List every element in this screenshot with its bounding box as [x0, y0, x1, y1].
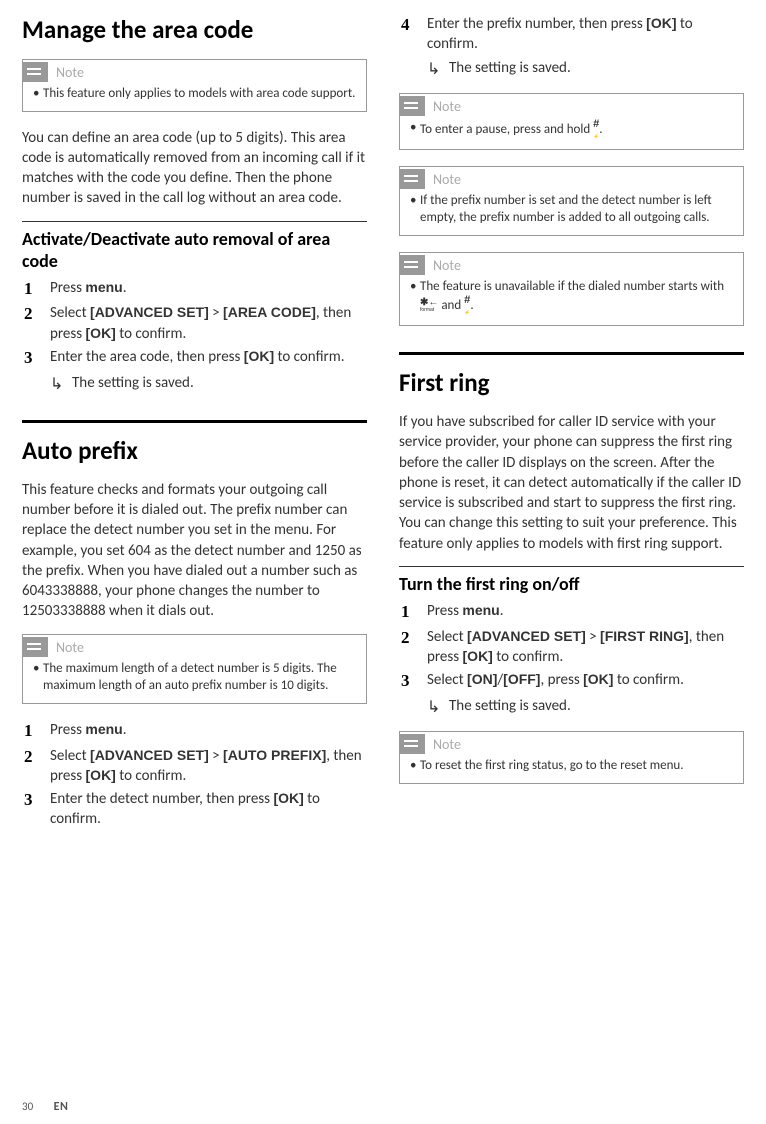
note-text: The feature is unavailable if the dialed…: [420, 278, 733, 318]
note-box-empty-detect: Note •If the prefix number is set and th…: [399, 166, 744, 236]
intro-area-code: You can define an area code (up to 5 dig…: [22, 128, 367, 209]
step-number: 1: [22, 720, 50, 743]
note-box-prefix-length: Note •The maximum length of a detect num…: [22, 634, 367, 704]
step-number: 1: [22, 278, 50, 301]
step-body: Press menu.: [427, 601, 504, 624]
step-number: 2: [22, 303, 50, 344]
step-body: Press menu.: [50, 720, 127, 743]
note-label: Note: [433, 98, 461, 115]
step-body: Press menu.: [50, 278, 127, 301]
note-text: This feature only applies to models with…: [43, 85, 355, 103]
steps-area-code: 1 Press menu. 2 Select [ADVANCED SET] > …: [22, 278, 367, 394]
heading-manage-area-code: Manage the area code: [22, 14, 367, 45]
note-box-unavailable: Note •The feature is unavailable if the …: [399, 252, 744, 327]
step-number: 3: [22, 347, 50, 370]
step-body: Select [ADVANCED SET] > [FIRST RING], th…: [427, 627, 744, 668]
note-icon: [399, 169, 425, 189]
heading-first-ring: First ring: [399, 367, 744, 398]
language-code: EN: [54, 1100, 69, 1114]
page-footer: 30 EN: [22, 1100, 68, 1114]
subheading-first-ring-onoff: Turn the first ring on/off: [399, 566, 744, 595]
section-rule: [399, 352, 744, 355]
step-result: ↳The setting is saved.: [427, 59, 744, 79]
page-number: 30: [22, 1100, 33, 1113]
step-body: Select [ADVANCED SET] > [AUTO PREFIX], t…: [50, 746, 367, 787]
step-body: Enter the detect number, then press [OK]…: [50, 789, 367, 830]
heading-auto-prefix: Auto prefix: [22, 435, 367, 466]
intro-auto-prefix: This feature checks and formats your out…: [22, 480, 367, 622]
note-box-reset-first-ring: Note •To reset the first ring status, go…: [399, 731, 744, 784]
note-text: To enter a pause, press and hold #⚡.: [420, 119, 603, 141]
step-number: 2: [22, 746, 50, 787]
note-text: To reset the first ring status, go to th…: [420, 757, 684, 775]
note-icon: [399, 96, 425, 116]
note-text: The maximum length of a detect number is…: [43, 660, 356, 695]
note-label: Note: [433, 257, 461, 274]
step-body: Select [ADVANCED SET] > [AREA CODE], the…: [50, 303, 367, 344]
note-label: Note: [56, 639, 84, 656]
note-text: If the prefix number is set and the dete…: [420, 192, 733, 227]
step-body: Enter the area code, then press [OK] to …: [50, 347, 345, 370]
note-box-pause: Note •To enter a pause, press and hold #…: [399, 93, 744, 150]
note-icon: [399, 734, 425, 754]
step-number: 3: [399, 670, 427, 693]
note-icon: [22, 62, 48, 82]
step-number: 4: [399, 14, 427, 55]
star-key-icon: ✱←format: [420, 300, 438, 312]
note-label: Note: [433, 171, 461, 188]
note-label: Note: [433, 736, 461, 753]
step-number: 3: [22, 789, 50, 830]
step-result: ↳The setting is saved.: [427, 697, 744, 717]
step-body: Select [ON]/[OFF], press [OK] to confirm…: [427, 670, 684, 693]
step-number: 1: [399, 601, 427, 624]
note-box-area-code: Note •This feature only applies to model…: [22, 59, 367, 112]
steps-first-ring: 1 Press menu. 2 Select [ADVANCED SET] > …: [399, 601, 744, 717]
step-result: ↳The setting is saved.: [50, 374, 367, 394]
step-number: 2: [399, 627, 427, 668]
note-icon: [22, 637, 48, 657]
intro-first-ring: If you have subscribed for caller ID ser…: [399, 412, 744, 554]
subheading-activate-area-code: Activate/Deactivate auto removal of area…: [22, 221, 367, 272]
note-icon: [399, 255, 425, 275]
note-label: Note: [56, 64, 84, 81]
section-rule: [22, 420, 367, 423]
step-body: Enter the prefix number, then press [OK]…: [427, 14, 744, 55]
